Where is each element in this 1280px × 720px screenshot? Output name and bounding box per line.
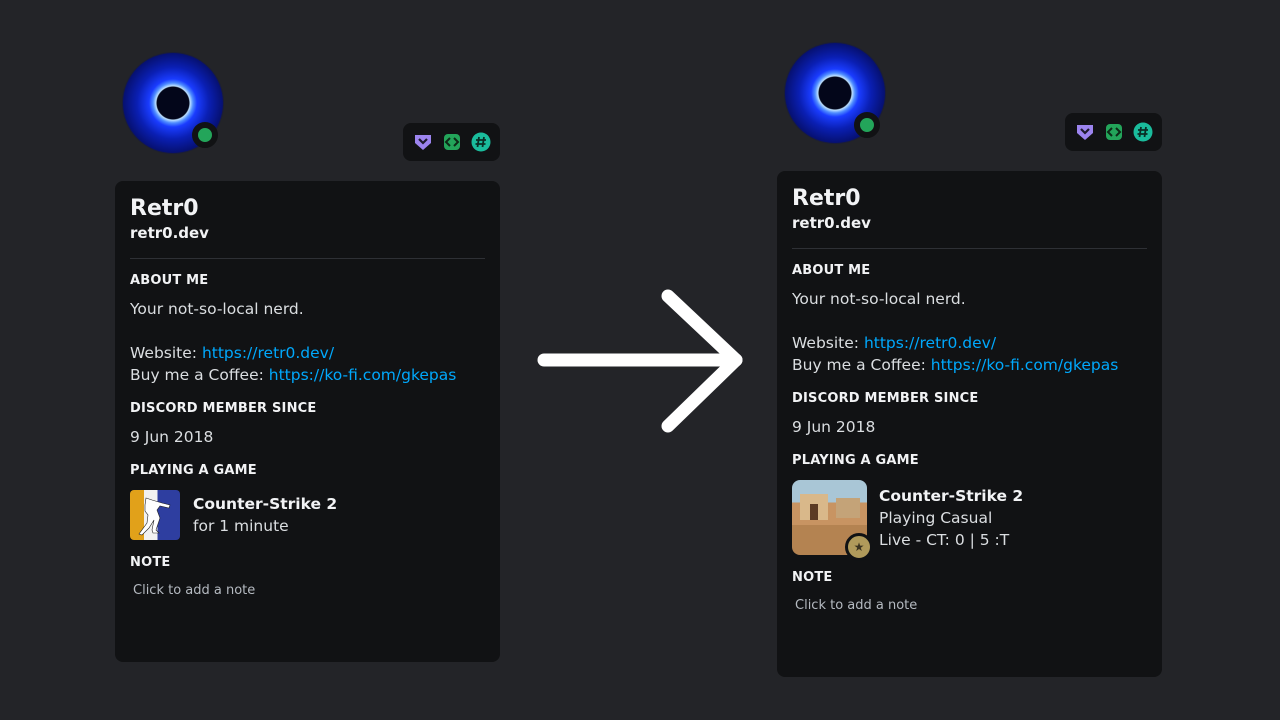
- username: retr0.dev: [130, 224, 209, 242]
- game-name: Counter-Strike 2: [193, 495, 338, 513]
- badge-list: [1065, 113, 1162, 151]
- website-link[interactable]: https://retr0.dev/: [202, 344, 334, 362]
- hashtag-icon[interactable]: [1133, 122, 1153, 143]
- online-status-icon: [192, 122, 218, 148]
- coffee-line: Buy me a Coffee: https://ko-fi.com/gkepa…: [130, 366, 457, 384]
- hypesquad-balance-icon[interactable]: [413, 132, 433, 153]
- website-line: Website: https://retr0.dev/: [130, 344, 335, 362]
- profile-card: Retr0 retr0.dev ABOUT ME Your not-so-loc…: [115, 181, 500, 662]
- game-name: Counter-Strike 2: [879, 486, 1024, 505]
- member-since-date: 9 Jun 2018: [130, 428, 214, 446]
- member-since-title: DISCORD MEMBER SINCE: [792, 391, 979, 406]
- note-title: NOTE: [792, 570, 833, 585]
- display-name: Retr0: [130, 196, 199, 221]
- note-input[interactable]: Click to add a note: [795, 598, 1147, 613]
- about-me-title: ABOUT ME: [130, 273, 209, 288]
- hypesquad-balance-icon[interactable]: [1075, 122, 1095, 143]
- kofi-link[interactable]: https://ko-fi.com/gkepas: [269, 366, 457, 384]
- divider: [792, 248, 1147, 249]
- about-text: Your not-so-local nerd.: [130, 300, 304, 318]
- active-developer-icon[interactable]: [442, 132, 462, 153]
- display-name: Retr0: [792, 186, 861, 211]
- website-link[interactable]: https://retr0.dev/: [864, 334, 996, 352]
- kofi-link[interactable]: https://ko-fi.com/gkepas: [931, 356, 1119, 374]
- hashtag-icon[interactable]: [471, 132, 491, 153]
- online-status-icon: [854, 112, 880, 138]
- game-score: Live - CT: 0 | 5 :T: [879, 530, 1010, 549]
- playing-title: PLAYING A GAME: [130, 463, 257, 478]
- active-developer-icon[interactable]: [1104, 122, 1124, 143]
- game-map-image: ★: [792, 480, 873, 561]
- game-activity[interactable]: Counter-Strike 2 for 1 minute: [130, 490, 485, 540]
- note-title: NOTE: [130, 555, 171, 570]
- game-duration: for 1 minute: [193, 517, 289, 535]
- badge-list: [403, 123, 500, 161]
- divider: [130, 258, 485, 259]
- note-input[interactable]: Click to add a note: [133, 583, 485, 598]
- member-since-date: 9 Jun 2018: [792, 418, 876, 436]
- counter-strike-icon: [130, 490, 180, 540]
- website-line: Website: https://retr0.dev/: [792, 334, 997, 352]
- game-activity[interactable]: ★ Counter-Strike 2 Playing Casual Live -…: [792, 480, 1147, 561]
- about-text: Your not-so-local nerd.: [792, 290, 966, 308]
- rank-badge-icon: ★: [845, 533, 873, 561]
- game-mode: Playing Casual: [879, 508, 993, 527]
- username: retr0.dev: [792, 214, 871, 232]
- playing-title: PLAYING A GAME: [792, 453, 919, 468]
- member-since-title: DISCORD MEMBER SINCE: [130, 401, 317, 416]
- about-me-title: ABOUT ME: [792, 263, 871, 278]
- profile-card: Retr0 retr0.dev ABOUT ME Your not-so-loc…: [777, 171, 1162, 677]
- arrow-right-icon: [537, 289, 743, 433]
- coffee-line: Buy me a Coffee: https://ko-fi.com/gkepa…: [792, 356, 1119, 374]
